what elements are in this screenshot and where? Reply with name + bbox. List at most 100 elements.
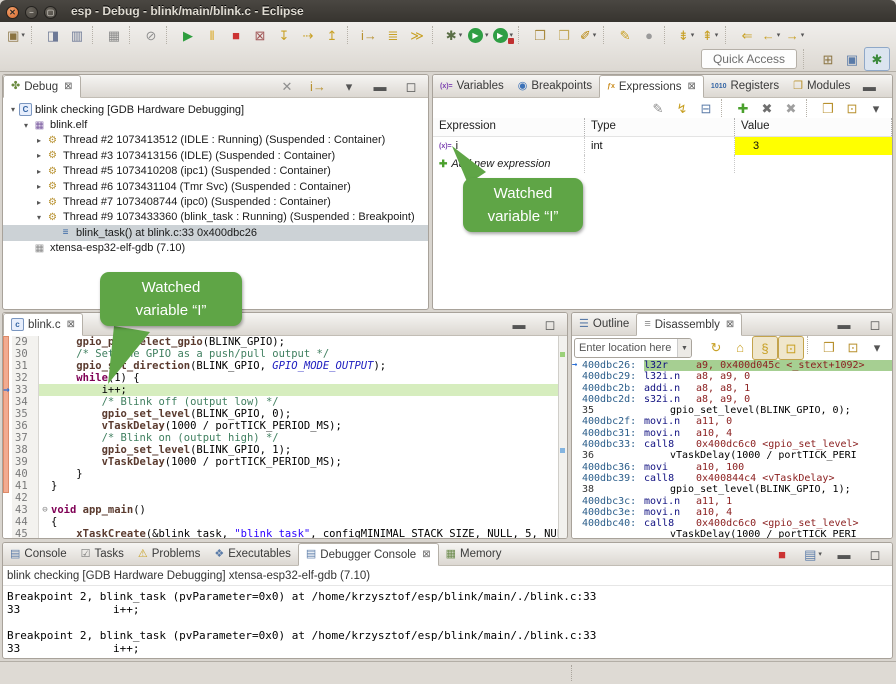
debug-tree-row[interactable]: ▦xtensa-esp32-elf-gdb (7.10) <box>3 241 428 256</box>
line-number[interactable]: 32 <box>12 372 39 384</box>
debug-launch-button[interactable]: ✱▾ <box>442 24 466 46</box>
debug-tree-row[interactable]: ▾Cblink checking [GDB Hardware Debugging… <box>3 102 428 117</box>
line-number[interactable]: 39 <box>12 456 39 468</box>
add-expression-row[interactable]: ✚ Add new expression <box>433 155 892 173</box>
search-button[interactable]: ✐▾ <box>576 24 600 46</box>
run-launch-button[interactable]: ▶▾ <box>466 24 491 46</box>
expander-icon[interactable]: ▸ <box>33 198 45 207</box>
debug-tree-row[interactable]: ▸⚙Thread #7 1073408744 (ipc0) (Suspended… <box>3 194 428 209</box>
debug-perspective-button[interactable]: ✱ <box>864 47 890 71</box>
display-selected-console-button[interactable]: ▤▾ <box>801 543 825 565</box>
instruction-stepping-mode-button[interactable]: i→ <box>306 75 330 97</box>
maximize-window-button[interactable]: ▢ <box>44 6 57 19</box>
location-input[interactable]: Enter location here <box>575 342 677 354</box>
overview-mark[interactable] <box>560 448 565 453</box>
refresh-view-button[interactable]: ↻ <box>704 336 728 358</box>
line-number[interactable]: 36 <box>12 420 39 432</box>
line-number[interactable]: 35 <box>12 408 39 420</box>
pin-view-button[interactable]: ⊡ <box>840 97 864 119</box>
close-tab-icon[interactable]: ⊠ <box>726 319 734 330</box>
expander-icon[interactable]: ▾ <box>7 105 19 114</box>
minimize-view-button[interactable]: ▬ <box>857 75 881 97</box>
go-home-button[interactable]: ⌂ <box>728 336 752 358</box>
use-step-filters-button[interactable]: ≫ <box>405 24 429 46</box>
expander-icon[interactable]: ▸ <box>33 136 45 145</box>
disconnect-button[interactable]: ⊠ <box>248 24 272 46</box>
close-tab-icon[interactable]: ⊠ <box>67 319 75 330</box>
collapse-all-button[interactable]: ⊟ <box>694 97 718 119</box>
view-menu-button[interactable]: ▾ <box>337 75 361 97</box>
tab-debugger-console[interactable]: ▤Debugger Console⊠ <box>298 543 439 566</box>
column-expression[interactable]: Expression <box>433 118 585 136</box>
back-history-button[interactable]: ←▾ <box>759 24 783 46</box>
tab-executables[interactable]: ❖Executables <box>207 543 298 565</box>
line-number[interactable]: 40 <box>12 468 39 480</box>
line-number[interactable]: 42 <box>12 492 39 504</box>
breakpoint-gutter[interactable] <box>3 516 12 528</box>
terminate-console-button[interactable]: ■ <box>770 543 794 565</box>
code-editor[interactable]: 29 gpio_pad_select_gpio(BLINK_GPIO);30 /… <box>3 336 567 539</box>
new-view-button[interactable]: ❒ <box>816 97 840 119</box>
expander-icon[interactable]: ▸ <box>33 151 45 160</box>
close-window-button[interactable]: ✕ <box>6 6 19 19</box>
minimize-view-button[interactable]: ▬ <box>832 543 856 565</box>
breakpoint-gutter[interactable] <box>3 492 12 504</box>
toggle-mark-occurrences-button[interactable]: ✎ <box>613 24 637 46</box>
remove-all-terminated-button[interactable]: ✕ <box>275 75 299 97</box>
debug-launch-tree[interactable]: ▾Cblink checking [GDB Hardware Debugging… <box>3 98 428 256</box>
tab-tasks[interactable]: ☑Tasks <box>74 543 131 565</box>
tab-registers[interactable]: 1010Registers <box>704 75 786 97</box>
show-source-button[interactable]: § <box>752 336 778 360</box>
skip-all-breakpoints-button[interactable]: ⊘ <box>139 24 163 46</box>
debug-tree-row[interactable]: ▸⚙Thread #2 1073413512 (IDLE : Running) … <box>3 133 428 148</box>
external-tools-button[interactable]: ▶▾ <box>491 24 516 46</box>
terminate-button[interactable]: ■ <box>224 24 248 46</box>
minimize-view-button[interactable]: ▬ <box>368 75 392 97</box>
build-button[interactable]: ▦ <box>102 24 126 46</box>
line-number[interactable]: 44 <box>12 516 39 528</box>
line-number[interactable]: 37 <box>12 432 39 444</box>
step-over-button[interactable]: ⇢ <box>296 24 320 46</box>
tab-variables[interactable]: (x)=Variables <box>433 75 511 97</box>
maximize-view-button[interactable]: ◻ <box>538 313 562 335</box>
expander-icon[interactable]: ▾ <box>33 213 45 222</box>
forward-history-button[interactable]: →▾ <box>783 24 807 46</box>
view-menu-button[interactable]: ▾ <box>865 336 889 358</box>
console-output[interactable]: Breakpoint 2, blink_task (pvParameter=0x… <box>3 586 892 659</box>
save-button[interactable]: ◨ <box>41 24 65 46</box>
column-value[interactable]: Value <box>735 118 892 136</box>
overview-mark[interactable] <box>560 352 565 357</box>
debug-tree-row[interactable]: ≡blink_task() at blink.c:33 0x400dbc26 <box>3 225 428 240</box>
cpp-perspective-button[interactable]: ▣ <box>840 48 864 70</box>
line-number[interactable]: 29 <box>12 336 39 348</box>
open-element-button[interactable]: ❒ <box>552 24 576 46</box>
line-number[interactable]: 43 <box>12 504 39 516</box>
instruction-pointer-icon[interactable]: → <box>3 384 17 396</box>
line-number[interactable]: 31 <box>12 360 39 372</box>
view-menu-button[interactable]: ▾ <box>864 97 888 119</box>
close-tab-icon[interactable]: ⊠ <box>422 549 430 560</box>
debug-tree-row[interactable]: ▸⚙Thread #3 1073413156 (IDLE) (Suspended… <box>3 148 428 163</box>
show-logical-structure-button[interactable]: ↯ <box>670 97 694 119</box>
tab-outline[interactable]: ☰Outline <box>572 313 636 335</box>
line-number[interactable]: 45 <box>12 528 39 539</box>
last-edit-location-button[interactable]: ⇐ <box>735 24 759 46</box>
debug-tree-row[interactable]: ▸⚙Thread #5 1073410208 (ipc1) (Suspended… <box>3 164 428 179</box>
next-annotation-button[interactable]: ⇟▾ <box>674 24 698 46</box>
tab-expressions[interactable]: ƒxExpressions⊠ <box>599 75 704 98</box>
open-perspective-button[interactable]: ⊞ <box>816 48 840 70</box>
line-number[interactable]: 41 <box>12 480 39 492</box>
tab-blink-c[interactable]: cblink.c⊠ <box>3 313 83 336</box>
expander-icon[interactable]: ▸ <box>33 167 45 176</box>
sync-with-active-context-button[interactable]: ⊡ <box>778 336 804 360</box>
remove-all-expressions-button[interactable]: ✖ <box>779 97 803 119</box>
fold-marker[interactable]: ⊖ <box>39 504 51 516</box>
new-wizard-button[interactable]: ▣▾ <box>4 24 28 46</box>
expander-icon[interactable]: ▾ <box>20 121 32 130</box>
debug-tree-row[interactable]: ▾▦blink.elf <box>3 117 428 132</box>
maximize-view-button[interactable]: ◻ <box>888 75 893 97</box>
tab-breakpoints[interactable]: ◉Breakpoints <box>511 75 599 97</box>
show-debug-context-button[interactable]: ≣ <box>381 24 405 46</box>
show-type-names-button[interactable]: ✎ <box>646 97 670 119</box>
expander-icon[interactable]: ▸ <box>33 182 45 191</box>
